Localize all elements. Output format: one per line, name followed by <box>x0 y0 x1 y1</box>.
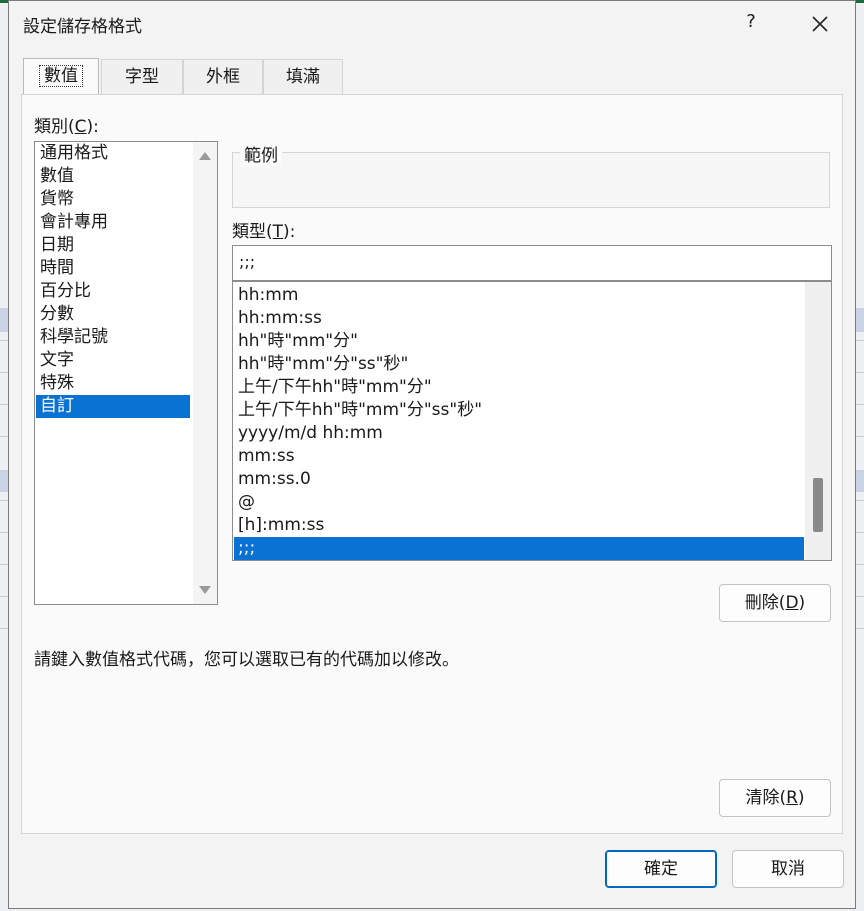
category-item-text[interactable]: 文字 <box>36 349 190 372</box>
category-item-fraction[interactable]: 分數 <box>36 303 190 326</box>
category-list[interactable]: 通用格式 數值 貨幣 會計專用 日期 時間 百分比 分數 科學記號 文字 特殊 … <box>34 141 218 605</box>
category-item-time[interactable]: 時間 <box>36 257 190 280</box>
format-item[interactable]: yyyy/m/d hh:mm <box>234 422 804 445</box>
category-item-accounting[interactable]: 會計專用 <box>36 211 190 234</box>
format-list-scroll-thumb[interactable] <box>813 478 823 532</box>
close-button[interactable] <box>805 9 835 39</box>
format-item[interactable]: 上午/下午hh"時"mm"分"ss"秒" <box>234 399 804 422</box>
tab-border[interactable]: 外框 <box>183 59 263 95</box>
tab-fill-label: 填滿 <box>286 67 320 87</box>
sample-groupbox <box>232 152 830 208</box>
tab-border-label: 外框 <box>206 67 240 87</box>
category-item-general[interactable]: 通用格式 <box>36 142 190 165</box>
number-tab-panel: 類別(C): 通用格式 數值 貨幣 會計專用 日期 時間 百分比 分數 科學記號… <box>21 94 843 834</box>
tab-font-label: 字型 <box>125 67 159 87</box>
scroll-down-arrow-icon[interactable] <box>199 586 211 594</box>
category-item-scientific[interactable]: 科學記號 <box>36 326 190 349</box>
dialog-titlebar[interactable]: 設定儲存格格式 ? <box>9 1 855 45</box>
format-item[interactable]: mm:ss.0 <box>234 468 804 491</box>
category-item-percentage[interactable]: 百分比 <box>36 280 190 303</box>
format-item[interactable]: mm:ss <box>234 445 804 468</box>
category-item-custom[interactable]: 自訂 <box>36 395 190 418</box>
category-scrollbar[interactable] <box>193 142 217 604</box>
format-item[interactable]: hh:mm:ss <box>234 307 804 330</box>
type-label: 類型(T): <box>232 222 296 242</box>
category-item-currency[interactable]: 貨幣 <box>36 188 190 211</box>
close-icon <box>812 16 828 32</box>
clear-button[interactable]: 清除(R) <box>719 779 831 817</box>
format-item[interactable]: hh"時"mm"分"ss"秒" <box>234 353 804 376</box>
category-item-date[interactable]: 日期 <box>36 234 190 257</box>
format-item[interactable]: hh"時"mm"分" <box>234 330 804 353</box>
dialog-title: 設定儲存格格式 <box>23 17 142 37</box>
description-text: 請鍵入數值格式代碼，您可以選取已有的代碼加以修改。 <box>34 650 459 670</box>
format-item[interactable]: [h]:mm:ss <box>234 514 804 537</box>
format-cells-dialog: 設定儲存格格式 ? 數值 字型 外框 填滿 類別(C): 通用格式 數值 貨幣 … <box>8 0 856 909</box>
format-item[interactable]: @ <box>234 491 804 514</box>
type-input[interactable]: ;;; <box>232 245 832 281</box>
sample-label: 範例 <box>240 141 282 166</box>
cancel-button[interactable]: 取消 <box>732 850 844 888</box>
category-label: 類別(C): <box>34 117 99 137</box>
format-code-list[interactable]: hh:mm hh:mm:ss hh"時"mm"分" hh"時"mm"分"ss"秒… <box>232 281 832 561</box>
ok-button[interactable]: 確定 <box>605 850 717 888</box>
format-item[interactable]: hh:mm <box>234 284 804 307</box>
format-item[interactable]: 上午/下午hh"時"mm"分" <box>234 376 804 399</box>
format-item-selected[interactable]: ;;; <box>234 537 804 560</box>
tab-number[interactable]: 數值 <box>23 58 99 96</box>
help-button[interactable]: ? <box>737 11 765 37</box>
category-item-number[interactable]: 數值 <box>36 165 190 188</box>
tab-fill[interactable]: 填滿 <box>263 59 343 95</box>
tab-number-label: 數值 <box>39 65 83 87</box>
tab-font[interactable]: 字型 <box>101 59 183 95</box>
category-item-special[interactable]: 特殊 <box>36 372 190 395</box>
scroll-up-arrow-icon[interactable] <box>199 152 211 160</box>
delete-button[interactable]: 刪除(D) <box>719 584 831 622</box>
format-list-scrollbar[interactable] <box>805 282 831 560</box>
